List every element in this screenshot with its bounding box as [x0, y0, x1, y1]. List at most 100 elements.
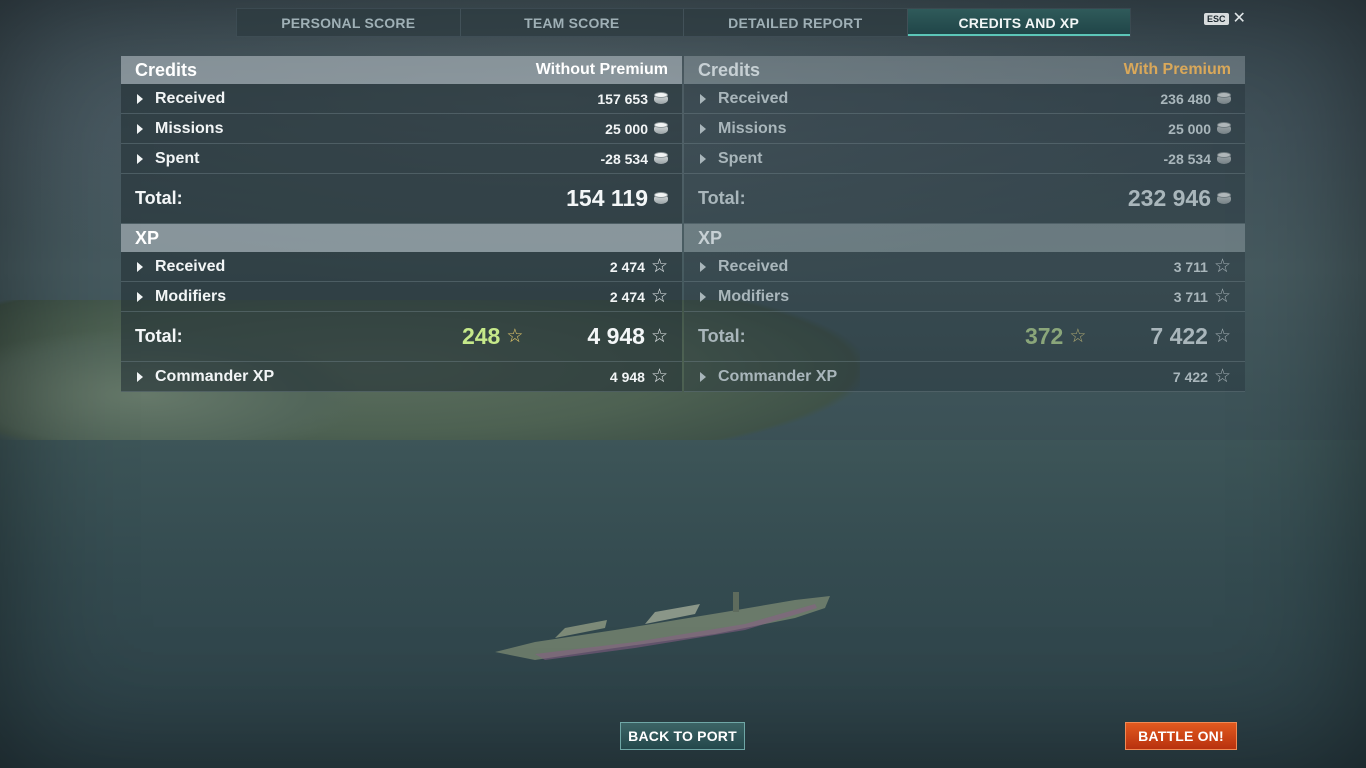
total-label: Total: — [698, 326, 746, 346]
credits-row-spent[interactable]: Spent -28 534 — [121, 144, 682, 174]
tab-team-score[interactable]: TEAM SCORE — [460, 9, 684, 36]
credits-coin-icon — [654, 122, 668, 135]
xp-row-received[interactable]: Received 2 474 ☆ — [121, 252, 682, 282]
xp-row-received[interactable]: Received 3 711 ☆ — [684, 252, 1245, 282]
caret-right-icon[interactable] — [700, 153, 706, 164]
star-icon: ☆ — [650, 255, 668, 277]
credits-total-value: 232 946 — [1127, 185, 1211, 211]
xp-total-row: Total: 372 ☆ 7 422 ☆ — [684, 312, 1245, 362]
destroyer-ship-image — [495, 592, 830, 660]
xp-header: XP — [684, 224, 1245, 252]
tab-bar: PERSONAL SCORE TEAM SCORE DETAILED REPOR… — [236, 8, 1131, 37]
row-label: Missions — [155, 119, 224, 137]
row-value: 2 474 — [609, 288, 645, 305]
star-icon: ☆ — [650, 285, 668, 307]
battle-on-button[interactable]: BATTLE ON! — [1125, 722, 1237, 750]
star-icon: ☆ — [1069, 325, 1087, 347]
caret-right-icon[interactable] — [137, 291, 143, 302]
commander-xp-row[interactable]: Commander XP 7 422 ☆ — [684, 362, 1245, 392]
star-icon: ☆ — [650, 325, 668, 347]
row-value: -28 534 — [600, 150, 648, 167]
esc-key-label: ESC — [1204, 13, 1229, 25]
commander-xp-row[interactable]: Commander XP 4 948 ☆ — [121, 362, 682, 392]
credits-row-missions[interactable]: Missions 25 000 — [684, 114, 1245, 144]
row-value: 3 711 — [1173, 258, 1208, 275]
panel-with-premium: Credits With Premium Received 236 480 Mi… — [684, 56, 1245, 392]
xp-total-row: Total: 248 ☆ 4 948 ☆ — [121, 312, 682, 362]
row-label: Modifiers — [155, 287, 227, 305]
bonus-xp-value: 372 — [1024, 323, 1064, 349]
panel-without-premium: Credits Without Premium Received 157 653… — [121, 56, 682, 392]
star-icon: ☆ — [1213, 365, 1231, 387]
xp-row-modifiers[interactable]: Modifiers 2 474 ☆ — [121, 282, 682, 312]
star-icon: ☆ — [506, 325, 524, 347]
close-button[interactable]: ESC ✕ — [1204, 11, 1246, 27]
row-value: 7 422 — [1172, 368, 1208, 385]
total-label: Total: — [698, 188, 746, 208]
back-to-port-button[interactable]: BACK TO PORT — [620, 722, 745, 750]
total-label: Total: — [135, 188, 183, 208]
xp-header: XP — [121, 224, 682, 252]
tab-detailed-report[interactable]: DETAILED REPORT — [684, 9, 908, 36]
credits-coin-icon — [1217, 122, 1231, 135]
xp-title: XP — [135, 227, 160, 248]
xp-total-value: 7 422 — [1150, 323, 1208, 349]
credits-total-row: Total: 232 946 — [684, 174, 1245, 224]
credits-row-missions[interactable]: Missions 25 000 — [121, 114, 682, 144]
row-value: 157 653 — [597, 90, 648, 107]
credits-coin-icon — [1217, 192, 1231, 205]
star-icon: ☆ — [650, 365, 668, 387]
row-label: Received — [155, 89, 226, 107]
row-label: Commander XP — [718, 367, 838, 385]
credits-row-spent[interactable]: Spent -28 534 — [684, 144, 1245, 174]
credits-title: Credits — [698, 59, 761, 80]
caret-right-icon[interactable] — [137, 371, 143, 382]
star-icon: ☆ — [1213, 285, 1231, 307]
xp-row-modifiers[interactable]: Modifiers 3 711 ☆ — [684, 282, 1245, 312]
row-value: 25 000 — [605, 120, 648, 137]
row-label: Modifiers — [718, 287, 790, 305]
close-icon[interactable]: ✕ — [1233, 11, 1246, 27]
row-value: 2 474 — [609, 258, 645, 275]
credits-coin-icon — [654, 92, 668, 105]
caret-right-icon[interactable] — [700, 261, 706, 272]
credits-coin-icon — [1217, 92, 1231, 105]
caret-right-icon[interactable] — [700, 291, 706, 302]
xp-total-value: 4 948 — [587, 323, 645, 349]
credits-row-received[interactable]: Received 157 653 — [121, 84, 682, 114]
without-premium-label: Without Premium — [535, 61, 668, 78]
row-value: 25 000 — [1168, 120, 1211, 137]
row-label: Received — [718, 89, 789, 107]
credits-row-received[interactable]: Received 236 480 — [684, 84, 1245, 114]
row-label: Spent — [155, 149, 200, 167]
row-label: Received — [718, 257, 789, 275]
caret-right-icon[interactable] — [137, 153, 143, 164]
caret-right-icon[interactable] — [137, 261, 143, 272]
row-label: Received — [155, 257, 226, 275]
caret-right-icon[interactable] — [137, 123, 143, 134]
row-value: -28 534 — [1163, 150, 1211, 167]
caret-right-icon[interactable] — [700, 123, 706, 134]
credits-title: Credits — [135, 59, 198, 80]
star-icon: ☆ — [1213, 255, 1231, 277]
caret-right-icon[interactable] — [700, 371, 706, 382]
caret-right-icon[interactable] — [137, 93, 143, 104]
caret-right-icon[interactable] — [700, 93, 706, 104]
row-value: 4 948 — [609, 368, 645, 385]
xp-title: XP — [698, 227, 723, 248]
credits-total-row: Total: 154 119 — [121, 174, 682, 224]
credits-coin-icon — [654, 152, 668, 165]
credits-coin-icon — [1217, 152, 1231, 165]
row-value: 236 480 — [1160, 90, 1211, 107]
credits-total-value: 154 119 — [566, 185, 648, 211]
tab-personal-score[interactable]: PERSONAL SCORE — [237, 9, 461, 36]
bonus-xp-value: 248 — [461, 323, 501, 349]
star-icon: ☆ — [1213, 325, 1231, 347]
tab-credits-and-xp[interactable]: CREDITS AND XP — [907, 9, 1130, 36]
row-label: Missions — [718, 119, 787, 137]
row-label: Spent — [718, 149, 763, 167]
credits-header: Credits With Premium — [684, 56, 1245, 84]
credits-header: Credits Without Premium — [121, 56, 682, 84]
credits-coin-icon — [654, 192, 668, 205]
total-label: Total: — [135, 326, 183, 346]
